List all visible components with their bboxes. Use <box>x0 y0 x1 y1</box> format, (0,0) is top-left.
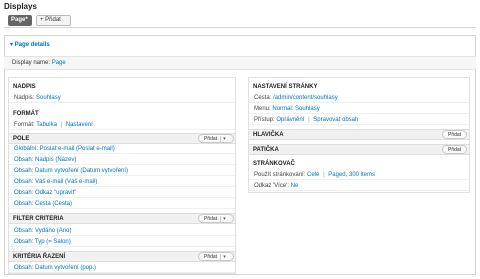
access-label: Přístup: <box>254 117 275 123</box>
display-name-label: Display name: <box>12 60 51 66</box>
field-item[interactable]: Obsah: Datum vytvoření (Datum vytvoření) <box>9 167 235 176</box>
separator: | <box>60 122 63 128</box>
add-field-button[interactable]: Přidat ▾ <box>198 134 235 143</box>
filter-item[interactable]: Obsah: Vydáno (Ano) <box>9 227 235 236</box>
title-label: Nadpis: <box>14 95 35 101</box>
page-details-toggle[interactable]: ▾ Page details <box>10 41 50 48</box>
section-title-page-settings: NASTAVENÍ STRÁNKY <box>253 84 318 90</box>
title-row: Nadpis: Souhlasy <box>9 94 235 103</box>
menu-row: Menu: Normal: Souhlasy <box>249 105 469 114</box>
more-link-value[interactable]: Ne <box>291 183 299 189</box>
section-title-format: FORMÁT <box>13 111 39 117</box>
access-manage-link[interactable]: Spravovat obsah <box>313 117 358 123</box>
left-column: NADPIS Nadpis: Souhlasy FORMÁT Formát: T… <box>8 77 236 274</box>
section-title-footer: PATIČKA <box>249 144 469 155</box>
chevron-down-icon[interactable]: ▾ <box>220 253 228 260</box>
title-value-link[interactable]: Souhlasy <box>36 95 61 101</box>
page-title: Displays <box>4 2 37 11</box>
field-item[interactable]: Globální: Poslat e-mail (Poslat e-mail) <box>9 145 235 154</box>
format-label: Formát: <box>14 122 35 128</box>
add-sort-label: Přidat <box>204 253 218 260</box>
add-filter-label: Přidat <box>204 215 218 222</box>
separator: | <box>323 172 325 178</box>
display-tabs-bar <box>4 13 476 28</box>
add-display-button[interactable]: + Přidat <box>36 15 71 26</box>
path-row: Cesta: /admin/content/souhlasy <box>249 94 469 103</box>
access-value-link[interactable]: Oprávnění <box>276 117 304 123</box>
section-title-pager: STRÁNKOVAČ <box>253 161 295 167</box>
section-title-header: HLAVIČKA <box>249 129 469 140</box>
field-item[interactable]: Obsah: Odkaz "upravit" <box>9 189 235 198</box>
display-name-value[interactable]: Page <box>52 60 66 66</box>
display-name-row: Display name: Page <box>4 56 476 70</box>
access-row: Přístup: Oprávnění | Spravovat obsah <box>249 116 469 125</box>
add-sort-button[interactable]: Přidat ▾ <box>198 252 235 261</box>
field-item[interactable]: Obsah: Váš e-mail (Váš e-mail) <box>9 178 235 187</box>
field-item[interactable]: Obsah: Cesta (Cesta) <box>9 200 235 209</box>
pager-row: Použít stránkování: Celé | Paged, 300 it… <box>249 171 469 180</box>
filter-item[interactable]: Obsah: Typ (= Salon) <box>9 238 235 247</box>
add-filter-button[interactable]: Přidat ▾ <box>198 214 235 223</box>
path-label: Cesta: <box>254 95 272 101</box>
pager-label: Použít stránkování: <box>254 172 306 178</box>
more-link-label: Odkaz 'Více': <box>254 183 289 189</box>
section-title-nadpis: NADPIS <box>13 84 36 90</box>
field-item[interactable]: Obsah: Nadpis (Název) <box>9 156 235 165</box>
menu-label: Menu: <box>254 106 271 112</box>
add-header-button[interactable]: Přidat <box>442 130 468 139</box>
pager-value-link[interactable]: Celé <box>307 172 319 178</box>
sort-item[interactable]: Obsah: Datum vytvoření (pop.) <box>9 264 235 273</box>
right-column: NASTAVENÍ STRÁNKY Cesta: /admin/content/… <box>248 77 470 193</box>
path-value-link[interactable]: /admin/content/souhlasy <box>273 95 338 101</box>
more-link-row: Odkaz 'Více': Ne <box>249 182 469 191</box>
chevron-down-icon[interactable]: ▾ <box>220 215 228 222</box>
format-row: Formát: Tabulka | Nastavení <box>9 121 235 130</box>
add-footer-button[interactable]: Přidat <box>442 145 468 154</box>
tab-page[interactable]: Page* <box>8 15 32 26</box>
menu-value-link[interactable]: Normal: Souhlasy <box>272 106 319 112</box>
format-settings-link[interactable]: Nastavení <box>66 122 93 128</box>
pager-options-link[interactable]: Paged, 300 items <box>328 172 375 178</box>
add-field-label: Přidat <box>204 135 218 142</box>
separator: | <box>308 117 310 123</box>
chevron-down-icon[interactable]: ▾ <box>220 135 228 142</box>
format-value-link[interactable]: Tabulka <box>36 122 57 128</box>
